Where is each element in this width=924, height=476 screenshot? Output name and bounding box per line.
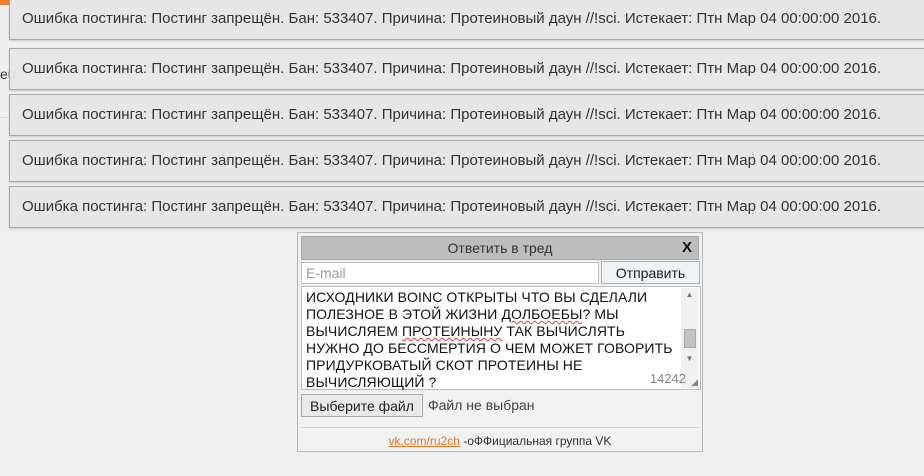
scroll-down-arrow-icon[interactable]: ▼: [681, 352, 698, 366]
reply-form-footer: vk.com/ru2ch -оФФициальная группа VK: [301, 427, 699, 450]
misspelled-word: ПРОТЕИНЫНУ: [401, 323, 503, 339]
message-textarea[interactable]: ИСХОДНИКИ BOINC ОТКРЫТЫ ЧТО ВЫ СДЕЛАЛИ П…: [301, 286, 701, 390]
email-field[interactable]: [301, 262, 599, 284]
scroll-thumb[interactable]: [684, 329, 696, 348]
scroll-up-arrow-icon[interactable]: ▲: [681, 288, 698, 302]
send-button[interactable]: Отправить: [601, 261, 700, 284]
error-notification[interactable]: Ошибка постинга: Постинг запрещён. Бан: …: [9, 48, 924, 90]
resize-grip-icon[interactable]: ◢: [691, 377, 698, 388]
footer-caption: -оФФициальная группа VK: [459, 434, 612, 448]
reply-form-title: Ответить в тред: [447, 240, 553, 256]
error-notification[interactable]: Ошибка постинга: Постинг запрещён. Бан: …: [9, 186, 924, 228]
error-notification[interactable]: Ошибка постинга: Постинг запрещён. Бан: …: [9, 140, 924, 182]
char-counter: 14242: [649, 371, 686, 386]
error-notification[interactable]: Ошибка постинга: Постинг запрещён. Бан: …: [9, 0, 924, 40]
choose-file-button[interactable]: Выберите файл: [301, 394, 423, 417]
close-button[interactable]: X: [682, 239, 692, 256]
file-status-label: Файл не выбран: [428, 397, 535, 413]
reply-form-header[interactable]: Ответить в тред X: [301, 236, 699, 260]
misspelled-word: ДОЛБОЕБЫ: [501, 306, 583, 322]
message-text: ИСХОДНИКИ BOINC ОТКРЫТЫ ЧТО ВЫ СДЕЛАЛИ П…: [306, 289, 678, 391]
vk-group-link[interactable]: vk.com/ru2ch: [389, 434, 460, 448]
error-notification[interactable]: Ошибка постинга: Постинг запрещён. Бан: …: [9, 94, 924, 136]
reply-form: Ответить в тред X Отправить ИСХОДНИКИ BO…: [297, 232, 703, 452]
